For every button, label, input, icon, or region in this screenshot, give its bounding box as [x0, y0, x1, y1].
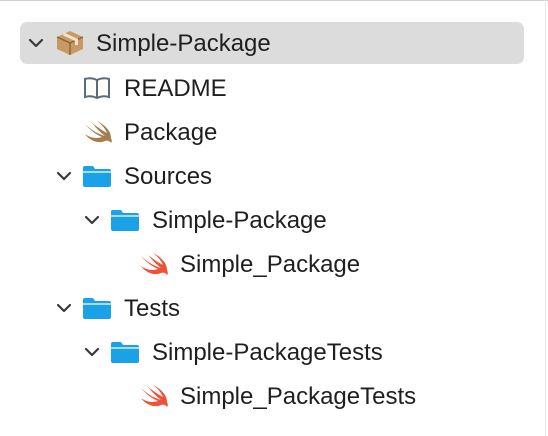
tree-row-simple-package-swift[interactable]: Simple_Package [0, 243, 545, 285]
tree-row-package[interactable]: Package [0, 111, 545, 153]
tree-row-label: Package [124, 119, 218, 146]
tree-row-label: Sources [124, 163, 213, 190]
swift-icon [139, 251, 169, 277]
tree-row-label: Simple-Package [96, 30, 271, 57]
tree-row-label: Tests [124, 295, 181, 322]
project-navigator-tree: Simple-Package README Package Sources Si… [0, 0, 545, 436]
folder-icon [110, 339, 140, 365]
chevron-down-icon[interactable] [26, 33, 46, 53]
tree-row-simple-package-root[interactable]: Simple-Package [0, 22, 545, 64]
chevron-down-icon[interactable] [82, 210, 102, 230]
tree-row-simple-package-tests-swift[interactable]: Simple_PackageTests [0, 375, 545, 417]
tree-row-label: Simple_PackageTests [180, 383, 417, 410]
tree-row-tests[interactable]: Tests [0, 287, 545, 329]
tree-row-tests-simple-package-tests[interactable]: Simple-PackageTests [0, 331, 545, 373]
tree-row-sources[interactable]: Sources [0, 155, 545, 197]
package-box-icon [55, 30, 85, 56]
tree-row-label: Simple-PackageTests [152, 339, 383, 366]
right-divider [545, 0, 546, 436]
book-icon [82, 75, 112, 101]
file-navigator-window: Simple-Package README Package Sources Si… [0, 0, 548, 436]
tree-row-readme[interactable]: README [0, 67, 545, 109]
folder-icon [82, 163, 112, 189]
chevron-down-icon[interactable] [54, 298, 74, 318]
tree-row-sources-simple-package[interactable]: Simple-Package [0, 199, 545, 241]
swift-icon [83, 119, 113, 145]
tree-row-label: Simple_Package [180, 251, 361, 278]
chevron-down-icon[interactable] [82, 342, 102, 362]
folder-icon [82, 295, 112, 321]
swift-icon [139, 383, 169, 409]
chevron-down-icon[interactable] [54, 166, 74, 186]
tree-row-label: README [124, 75, 227, 102]
tree-row-label: Simple-Package [152, 207, 327, 234]
folder-icon [110, 207, 140, 233]
